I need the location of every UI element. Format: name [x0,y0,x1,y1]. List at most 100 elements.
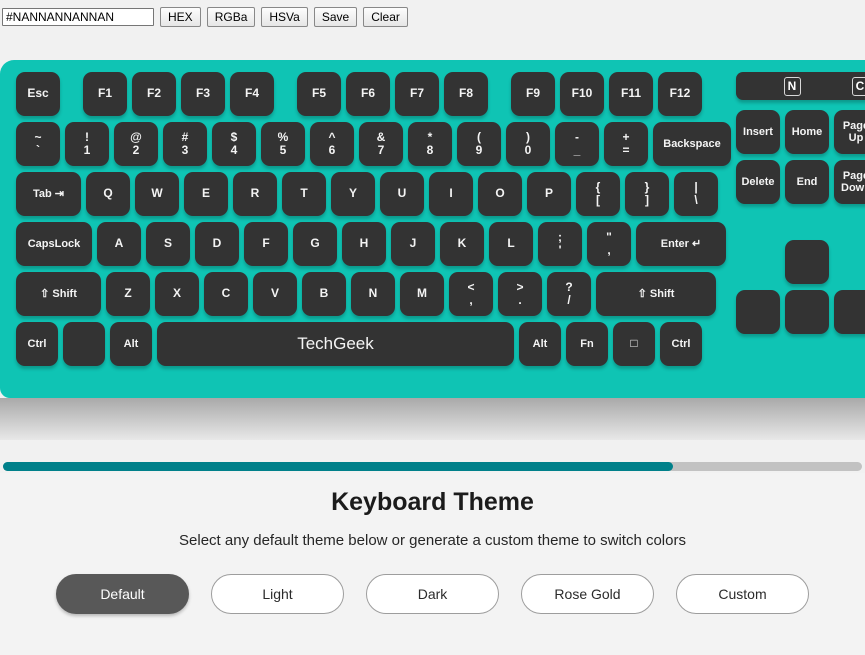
key-backspace[interactable]: Backspace [653,122,731,166]
key-end[interactable]: End [785,160,829,204]
key-key[interactable]: <, [449,272,493,316]
key-key[interactable]: {[ [576,172,620,216]
key-y[interactable]: Y [331,172,375,216]
key-z[interactable]: Z [106,272,150,316]
key-enter[interactable]: Enter ↵ [636,222,726,266]
key-q[interactable]: Q [86,172,130,216]
clear-button[interactable]: Clear [363,7,408,27]
key-key[interactable]: }] [625,172,669,216]
key-k[interactable]: K [440,222,484,266]
theme-button-light[interactable]: Light [211,574,344,614]
key-f8[interactable]: F8 [444,72,488,116]
key-3[interactable]: #3 [163,122,207,166]
key-tab[interactable]: Tab ⇥ [16,172,81,216]
key-f11[interactable]: F11 [609,72,653,116]
key-f9[interactable]: F9 [511,72,555,116]
key-home[interactable]: Home [785,110,829,154]
key-insert[interactable]: Insert [736,110,780,154]
key-f6[interactable]: F6 [346,72,390,116]
key-7[interactable]: & 7 [359,122,403,166]
key-shift[interactable]: ⇧ Shift [16,272,101,316]
key-c[interactable]: C [204,272,248,316]
key-1[interactable]: ! 1 [65,122,109,166]
key-l[interactable]: L [489,222,533,266]
key-ctrl[interactable]: Ctrl [660,322,702,366]
key-a[interactable]: A [97,222,141,266]
key-key[interactable]: ~ ` [16,122,60,166]
arrow-up-key[interactable] [785,240,829,284]
key-s[interactable]: S [146,222,190,266]
save-button[interactable]: Save [313,7,358,27]
theme-button-default[interactable]: Default [56,574,189,614]
hex-color-input[interactable] [2,8,154,26]
scrollbar-thumb[interactable] [3,462,674,471]
key-n[interactable]: N [351,272,395,316]
key-esc[interactable]: Esc [16,72,60,116]
key-v[interactable]: V [253,272,297,316]
key-key[interactable]: ? / [547,272,591,316]
key-f5[interactable]: F5 [297,72,341,116]
key-key[interactable]: + = [604,122,648,166]
theme-button-rose-gold[interactable]: Rose Gold [521,574,654,614]
key-f[interactable]: F [244,222,288,266]
key-delete[interactable]: Delete [736,160,780,204]
key-0[interactable]: ) 0 [506,122,550,166]
key-2[interactable]: @2 [114,122,158,166]
key-label: O [495,186,505,201]
key-capslock[interactable]: CapsLock [16,222,92,266]
horizontal-scrollbar[interactable] [0,459,865,473]
key-page-up[interactable]: PageUp [834,110,865,154]
key-label: N [368,286,378,301]
key-p[interactable]: P [527,172,571,216]
key-4[interactable]: $4 [212,122,256,166]
key-alt[interactable]: Alt [110,322,152,366]
theme-button-custom[interactable]: Custom [676,574,809,614]
key-f2[interactable]: F2 [132,72,176,116]
hex-button[interactable]: HEX [160,7,201,27]
key-o[interactable]: O [478,172,522,216]
rgba-button[interactable]: RGBa [206,7,256,27]
key-d[interactable]: D [195,222,239,266]
key-x[interactable]: X [155,272,199,316]
key-blank[interactable] [63,322,105,366]
key-e[interactable]: E [184,172,228,216]
key-6[interactable]: ^ 6 [310,122,354,166]
key-8[interactable]: * 8 [408,122,452,166]
key-key[interactable]: □ [613,322,655,366]
key-w[interactable]: W [135,172,179,216]
key-alt[interactable]: Alt [519,322,561,366]
key-f1[interactable]: F1 [83,72,127,116]
key-fn[interactable]: Fn [566,322,608,366]
arrow-left-key[interactable] [736,290,780,334]
key-ctrl[interactable]: Ctrl [16,322,58,366]
theme-button-dark[interactable]: Dark [366,574,499,614]
key-5[interactable]: % 5 [261,122,305,166]
key-h[interactable]: H [342,222,386,266]
arrow-down-key[interactable] [785,290,829,334]
hsva-button[interactable]: HSVa [261,7,308,27]
key-b[interactable]: B [302,272,346,316]
key-f7[interactable]: F7 [395,72,439,116]
key-key[interactable]: ; ' [538,222,582,266]
key-j[interactable]: J [391,222,435,266]
key-m[interactable]: M [400,272,444,316]
key-techgeek[interactable]: TechGeek [157,322,514,366]
key-key[interactable]: >. [498,272,542,316]
key-label: T [300,186,308,201]
key-i[interactable]: I [429,172,473,216]
key-key[interactable]: | \ [674,172,718,216]
key-key[interactable]: - _ [555,122,599,166]
key-f10[interactable]: F10 [560,72,604,116]
key-f12[interactable]: F12 [658,72,702,116]
key-f4[interactable]: F4 [230,72,274,116]
key-t[interactable]: T [282,172,326,216]
key-9[interactable]: (9 [457,122,501,166]
key-r[interactable]: R [233,172,277,216]
key-page-down[interactable]: PageDown [834,160,865,204]
key-u[interactable]: U [380,172,424,216]
key-key[interactable]: ", [587,222,631,266]
key-g[interactable]: G [293,222,337,266]
key-f3[interactable]: F3 [181,72,225,116]
key-shift[interactable]: ⇧ Shift [596,272,716,316]
arrow-right-key[interactable] [834,290,865,334]
